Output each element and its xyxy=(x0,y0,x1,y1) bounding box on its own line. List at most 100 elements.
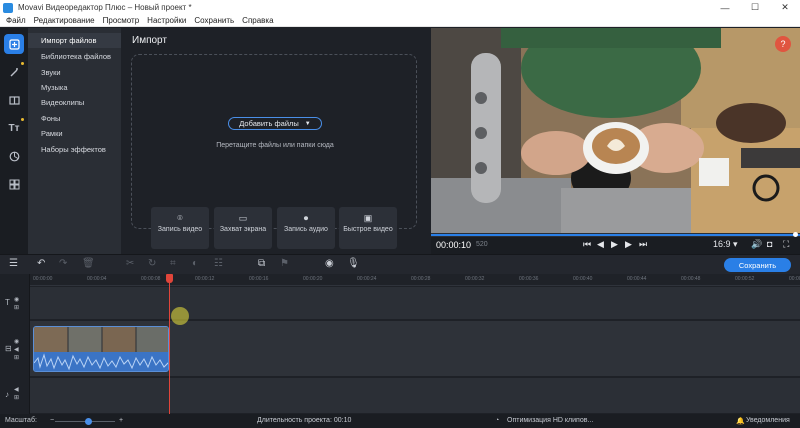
video-preview[interactable]: ? xyxy=(431,28,800,233)
new-badge xyxy=(21,118,24,121)
zoom-knob[interactable] xyxy=(85,418,92,425)
category-file-library[interactable]: Библиотека файлов xyxy=(28,49,121,64)
video-frame-image xyxy=(431,28,800,233)
track-lock-icon[interactable]: ⊞ xyxy=(14,394,19,401)
ruler-tick-label: 00:00:44 xyxy=(627,276,647,282)
rotate-icon[interactable]: ↻ xyxy=(148,258,156,269)
skip-to-start-icon[interactable]: ⏮ xyxy=(583,239,591,250)
drop-zone[interactable]: Добавить файлы ▼ Перетащите файлы или па… xyxy=(131,54,417,229)
menu-file[interactable]: Файл xyxy=(6,16,26,25)
step-back-icon[interactable]: ◀ xyxy=(597,239,604,250)
playhead-handle[interactable] xyxy=(166,274,173,283)
ruler-tick-label: 00:00:40 xyxy=(573,276,593,282)
track-visibility-icon[interactable]: ◉ xyxy=(14,338,19,345)
transitions-tab-button[interactable] xyxy=(4,90,24,110)
category-video-clips[interactable]: Видеоклипы xyxy=(28,95,121,110)
overlay-icon[interactable]: ⧉ xyxy=(258,258,265,269)
zoom-out-icon[interactable]: − xyxy=(50,417,54,424)
quick-video-icon: ▣ xyxy=(363,213,373,223)
undo-icon[interactable]: ↶ xyxy=(37,258,45,269)
audio-track-icon: ♪ xyxy=(5,390,9,399)
track-lock-icon[interactable]: ⊞ xyxy=(14,354,19,361)
category-import-files[interactable]: Импорт файлов xyxy=(28,33,121,48)
import-tab-button[interactable] xyxy=(4,34,24,54)
ruler-tick-label: 00:00:04 xyxy=(87,276,107,282)
record-video-button[interactable]: ⌾ Запись видео xyxy=(151,207,209,249)
menu-settings[interactable]: Настройки xyxy=(147,16,186,25)
cursor-highlight xyxy=(171,307,189,325)
export-button[interactable]: Сохранить xyxy=(724,258,791,272)
menu-edit[interactable]: Редактирование xyxy=(34,16,95,25)
app-logo-icon xyxy=(3,2,13,13)
screen-capture-button[interactable]: ▭ Захват экрана xyxy=(214,207,272,249)
zoom-slider[interactable] xyxy=(55,418,115,425)
tool-rail: Tт xyxy=(0,28,28,254)
titles-icon: Tт xyxy=(8,122,20,134)
timeline-toolbar: ☰ ↶ ↷ 🗑 ✂ ↻ ⌗ ◐ ☷ ⧉ ⚑ ◉ 🎙 xyxy=(0,254,800,274)
import-categories: Импорт файлов Библиотека файлов Звуки Му… xyxy=(28,28,121,254)
color-adjust-icon[interactable]: ◐ xyxy=(192,258,198,269)
fullscreen-icon[interactable]: ⛶ xyxy=(783,239,789,250)
filters-tab-button[interactable] xyxy=(4,62,24,82)
category-music[interactable]: Музыка xyxy=(28,80,121,95)
timeline-ruler[interactable]: 00:00:00 00:00:04 00:00:08 00:00:12 00:00:16… xyxy=(30,274,800,286)
microphone-icon: ⏺ xyxy=(303,213,309,223)
crop-icon[interactable]: ⌗ xyxy=(170,258,176,269)
timecode-milliseconds: 520 xyxy=(476,241,488,248)
video-clip[interactable] xyxy=(33,326,169,372)
track-mute-icon[interactable]: ◀ xyxy=(14,386,19,393)
track-visibility-icon[interactable]: ◉ xyxy=(14,296,19,303)
more-tools-tab-button[interactable] xyxy=(4,174,24,194)
ruler-tick-label: 00:00:36 xyxy=(519,276,539,282)
titles-tab-button[interactable]: Tт xyxy=(4,118,24,138)
delete-icon[interactable]: 🗑 xyxy=(82,258,95,269)
category-sounds[interactable]: Звуки xyxy=(28,65,121,80)
import-icon xyxy=(8,38,20,50)
play-icon[interactable]: ▶ xyxy=(611,239,618,250)
menu-save[interactable]: Сохранить xyxy=(194,16,234,25)
skip-to-end-icon[interactable]: ⏭ xyxy=(639,239,647,250)
notifications-link[interactable]: Уведомления xyxy=(746,417,790,424)
quick-video-button[interactable]: ▣ Быстрое видео xyxy=(339,207,397,249)
category-frames[interactable]: Рамки xyxy=(28,126,121,141)
audio-track[interactable] xyxy=(30,378,800,413)
monitor-icon: ▭ xyxy=(238,213,248,223)
step-forward-icon[interactable]: ▶ xyxy=(625,239,632,250)
ruler-tick-label: 00:00:52 xyxy=(735,276,755,282)
hd-optimization-status[interactable]: Оптимизация HD клипов... xyxy=(507,417,593,424)
track-lock-icon[interactable]: ⊞ xyxy=(14,304,19,311)
marker-icon[interactable]: ⚑ xyxy=(280,258,289,269)
cut-icon[interactable]: ✂ xyxy=(126,258,134,269)
maximize-button[interactable]: ☐ xyxy=(740,0,770,15)
voiceover-icon[interactable]: 🎙 xyxy=(347,258,360,269)
help-button[interactable]: ? xyxy=(775,36,791,52)
minimize-button[interactable]: — xyxy=(710,0,740,15)
bell-icon[interactable]: 🔔 xyxy=(736,417,745,425)
player-controls: 00:00:10 520 ⏮ ◀ ▶ ▶ ⏭ 16:9 ▾ 🔊 ◘ ⛶ xyxy=(431,237,800,254)
menu-view[interactable]: Просмотр xyxy=(103,16,140,25)
text-track[interactable] xyxy=(30,287,800,319)
video-track-icon: ⊟ xyxy=(5,344,12,353)
volume-icon[interactable]: 🔊 xyxy=(751,239,762,250)
category-backgrounds[interactable]: Фоны xyxy=(28,111,121,126)
add-files-button[interactable]: Добавить файлы ▼ xyxy=(228,117,322,130)
stickers-tab-button[interactable] xyxy=(4,146,24,166)
record-audio-button[interactable]: ⏺ Запись аудио xyxy=(277,207,335,249)
close-button[interactable]: ✕ xyxy=(770,0,800,15)
ruler-tick-label: 00:00:00 xyxy=(33,276,53,282)
menu-help[interactable]: Справка xyxy=(242,16,273,25)
add-track-icon[interactable]: ☰ xyxy=(9,258,18,269)
aspect-ratio-select[interactable]: 16:9 ▾ xyxy=(713,239,738,250)
clip-properties-icon[interactable]: ☷ xyxy=(214,258,223,269)
zoom-in-icon[interactable]: + xyxy=(119,417,123,424)
import-panel: Импорт Добавить файлы ▼ Перетащите файлы… xyxy=(121,28,431,254)
stickers-icon xyxy=(9,151,19,161)
track-headers: T ◉ ⊞ ⊟ ◉ ◀ ⊞ ♪ ◀ ⊞ xyxy=(0,274,30,414)
category-effect-sets[interactable]: Наборы эффектов xyxy=(28,142,121,157)
track-mute-icon[interactable]: ◀ xyxy=(14,346,19,353)
window-title: Movavi Видеоредактор Плюс – Новый проект… xyxy=(18,3,192,12)
redo-icon[interactable]: ↷ xyxy=(59,258,67,269)
ruler-tick-label: 00:00:16 xyxy=(249,276,269,282)
snapshot-icon[interactable]: ◘ xyxy=(767,239,772,249)
webcam-record-icon[interactable]: ◉ xyxy=(325,258,334,269)
